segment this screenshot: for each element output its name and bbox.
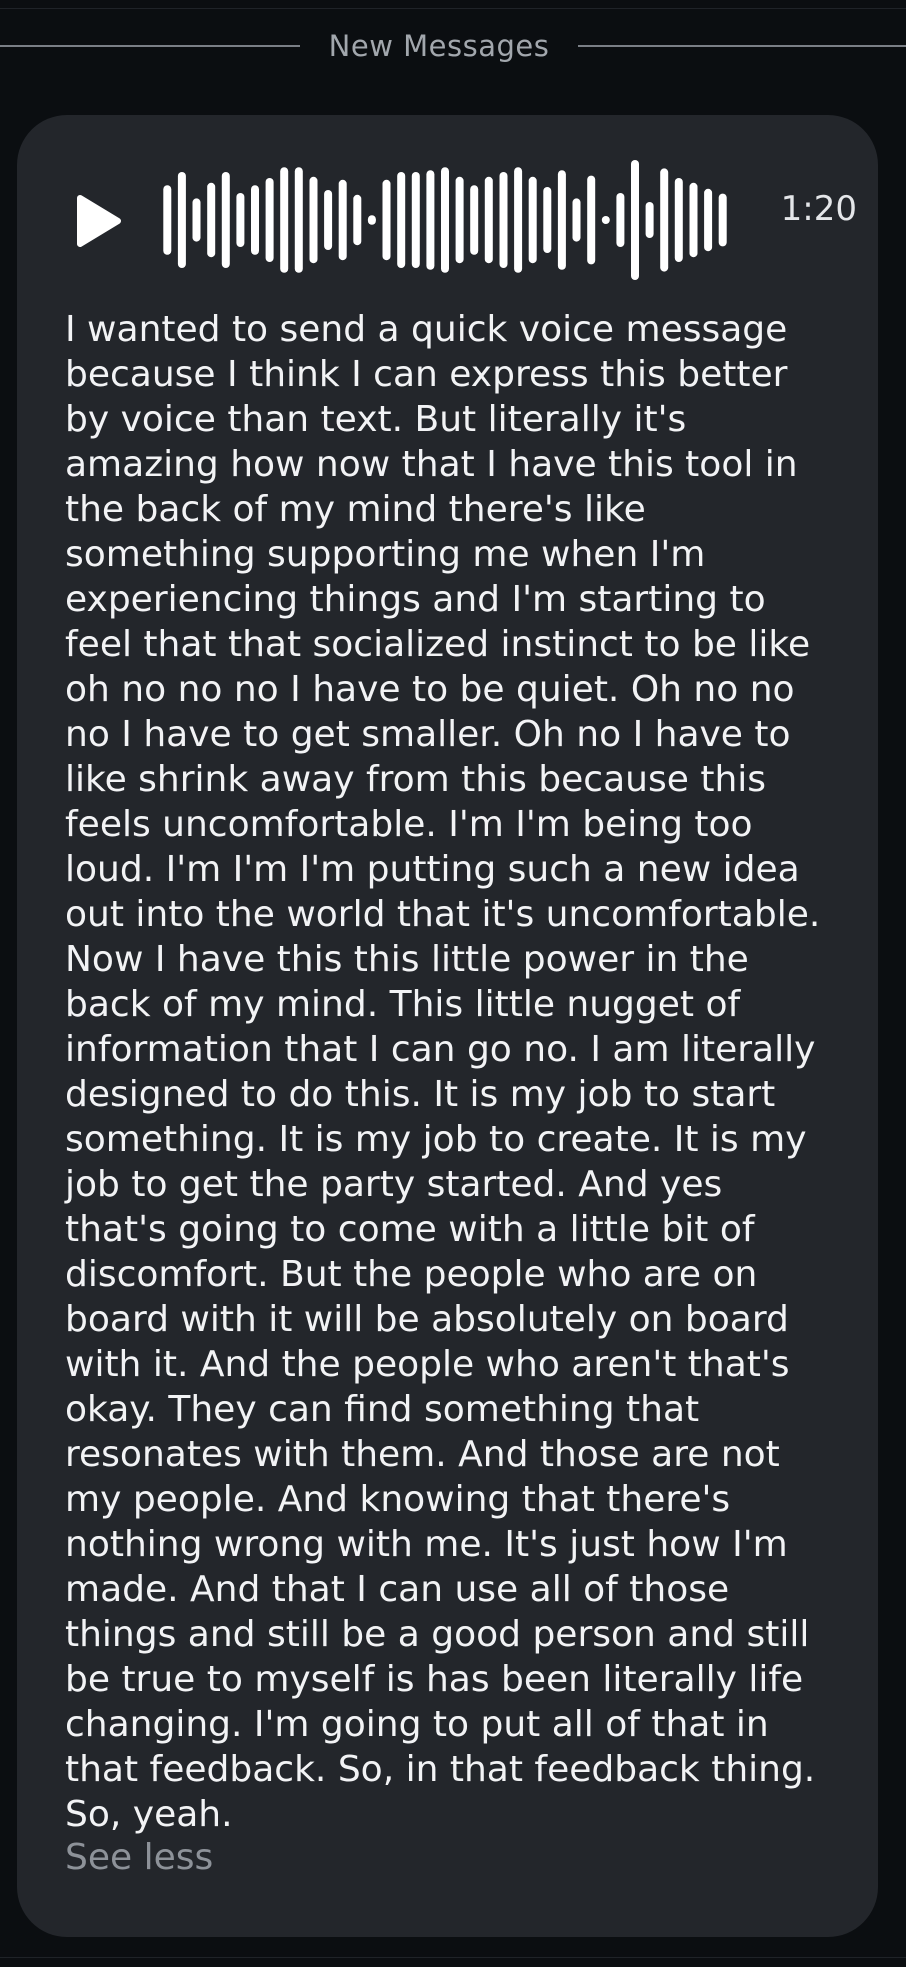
waveform-bar: [557, 170, 566, 270]
waveform-bar: [587, 175, 596, 265]
waveform-bar: [294, 167, 303, 273]
waveform-bar: [177, 172, 186, 268]
see-less-link[interactable]: See less: [65, 1835, 213, 1880]
waveform-bar: [543, 187, 552, 253]
divider-line-right: [578, 45, 906, 47]
waveform-bar: [645, 202, 654, 238]
waveform-bar: [163, 185, 172, 255]
waveform-bar: [514, 167, 523, 273]
waveform-bar: [236, 193, 245, 247]
waveform-bar: [324, 190, 333, 250]
waveform-bar: [470, 185, 479, 255]
transcript-text: I wanted to send a quick voice message b…: [65, 309, 821, 1835]
top-separator: [0, 8, 906, 9]
divider-label: New Messages: [328, 29, 550, 63]
waveform-bar: [674, 178, 683, 262]
waveform-bar: [280, 167, 289, 273]
waveform-bar: [221, 172, 230, 268]
waveform[interactable]: [160, 145, 730, 295]
waveform-bar: [338, 179, 347, 261]
waveform-bar: [484, 176, 493, 264]
waveform-bar: [411, 172, 420, 268]
duration-label: 1:20: [780, 189, 857, 229]
waveform-bar: [397, 172, 406, 268]
play-button[interactable]: [67, 181, 131, 261]
waveform-bar: [528, 176, 537, 264]
waveform-bar: [616, 193, 625, 247]
play-icon: [77, 195, 121, 247]
waveform-bar: [382, 179, 391, 261]
waveform-bar: [689, 182, 698, 258]
waveform-bar: [660, 168, 669, 272]
new-messages-divider: New Messages: [0, 24, 906, 68]
waveform-bar: [718, 193, 727, 247]
waveform-bar: [207, 182, 216, 258]
divider-line-left: [0, 45, 300, 47]
waveform-bar: [601, 216, 610, 224]
waveform-bar: [499, 172, 508, 268]
waveform-bar: [367, 215, 376, 225]
waveform-bar: [309, 176, 318, 264]
waveform-bar: [251, 185, 259, 255]
waveform-bar: [631, 160, 639, 280]
waveform-bar: [265, 178, 274, 262]
voice-message-card: 1:20 I wanted to send a quick voice mess…: [17, 115, 878, 1937]
waveform-bar: [441, 167, 449, 273]
waveform-bar: [426, 170, 435, 270]
voice-player: 1:20: [17, 115, 878, 315]
waveform-bar: [353, 194, 362, 246]
waveform-bar: [572, 198, 581, 242]
waveform-bar: [192, 198, 201, 242]
bottom-separator: [0, 1957, 906, 1958]
waveform-bar: [704, 188, 713, 252]
waveform-bar: [455, 176, 464, 264]
